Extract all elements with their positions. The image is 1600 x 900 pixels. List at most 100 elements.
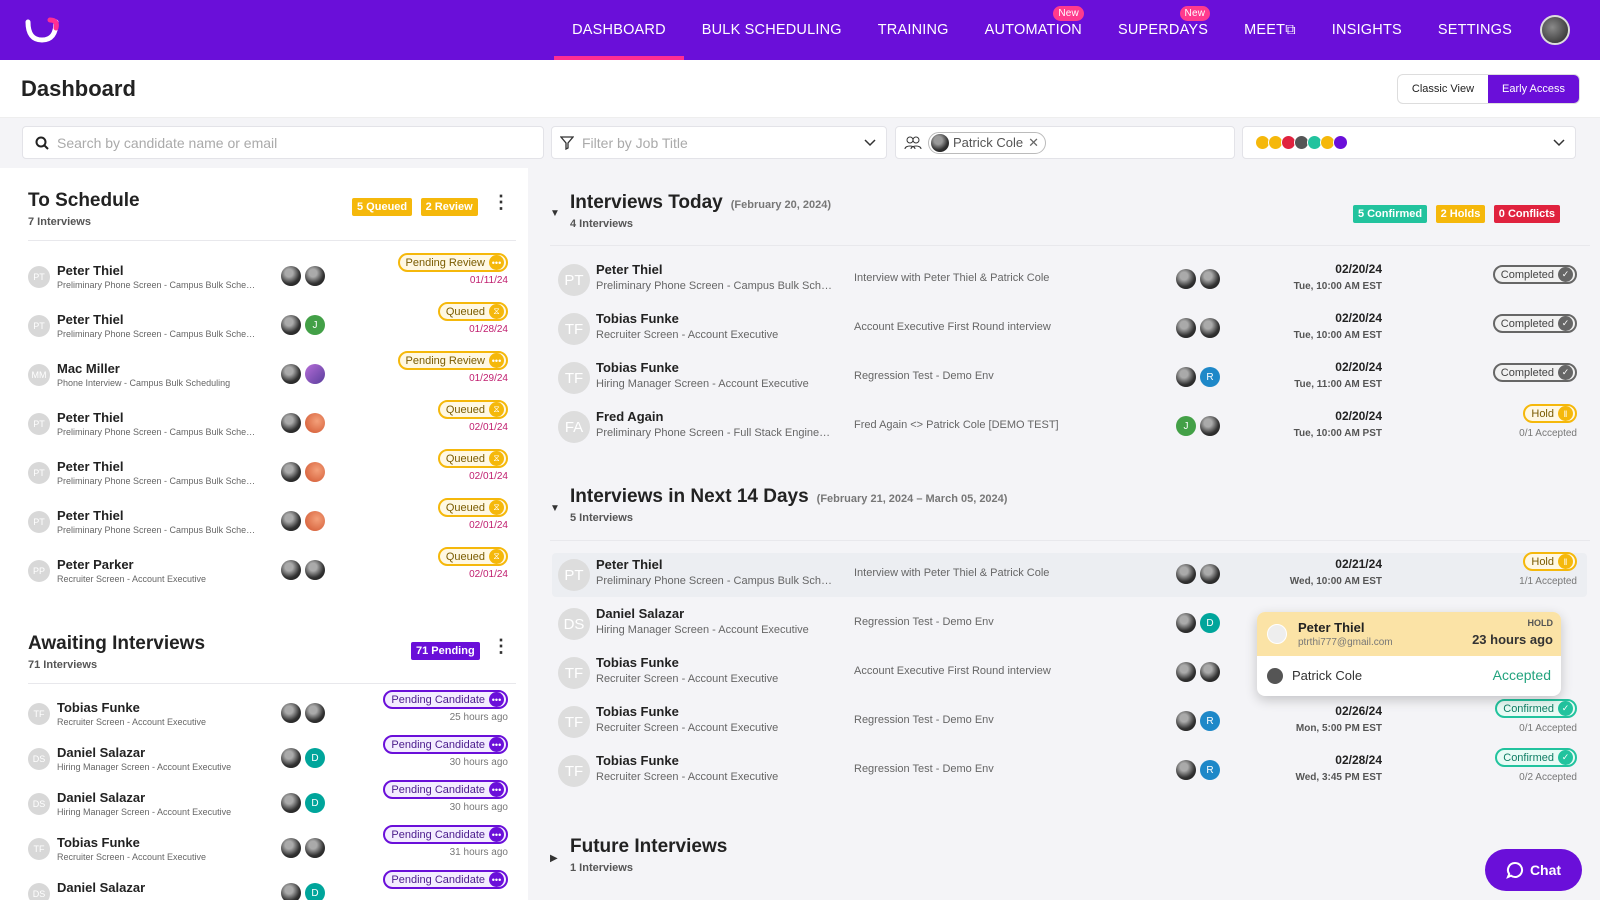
pending-tag[interactable]: 71 Pending <box>411 642 480 660</box>
status-badge[interactable]: Pending Review ••• <box>397 351 508 370</box>
collapse-caret-icon[interactable]: ▼ <box>550 503 560 514</box>
nav-item-meet[interactable]: MEET ⧉ <box>1226 0 1314 60</box>
status-label: Queued <box>445 501 485 514</box>
list-item[interactable]: PT Peter Thiel Preliminary Phone Screen - … <box>28 302 508 353</box>
confirmed-tag[interactable]: 5 Confirmed <box>1352 205 1428 223</box>
status-badge[interactable]: Pending Candidate ••• <box>383 780 508 799</box>
new-badge: New <box>1053 6 1084 21</box>
user-chip[interactable]: Patrick Cole ✕ <box>928 131 1046 154</box>
app-logo-icon[interactable] <box>24 14 60 44</box>
interview-row[interactable]: FA Fred Again Preliminary Phone Screen - F… <box>552 404 1587 449</box>
time-ago: 31 hours ago <box>449 847 508 858</box>
interview-row[interactable]: PT Peter Thiel Preliminary Phone Screen - … <box>552 552 1587 597</box>
status-label: Hold <box>1531 555 1554 568</box>
search-input[interactable]: Search by candidate name or email <box>22 126 544 159</box>
status-badge[interactable]: Completed ✓ <box>1492 265 1577 284</box>
nav-item-dashboard[interactable]: DASHBOARD <box>554 0 684 60</box>
nav-item-automation[interactable]: AUTOMATION New <box>967 0 1100 60</box>
acceptance-count: 0/1 Accepted <box>1519 428 1577 439</box>
interview-title: Interview with Peter Thiel & Patrick Col… <box>854 272 1050 284</box>
status-badge[interactable]: Queued ⧖ <box>437 547 508 566</box>
candidate-initials: DS <box>28 748 50 770</box>
avatar <box>1176 367 1196 387</box>
to-schedule-tags: 5 Queued 2 Review <box>348 197 478 216</box>
interview-time: Wed, 3:45 PM EST <box>1295 772 1382 783</box>
interview-date: 02/20/24 <box>1335 360 1382 374</box>
nav-item-label: TRAINING <box>877 22 949 38</box>
holds-tag[interactable]: 2 Holds <box>1435 205 1486 223</box>
status-badge[interactable]: Hold ‖ <box>1523 552 1577 571</box>
avatar <box>281 413 301 433</box>
candidate-initials: FA <box>558 411 590 443</box>
interviewer-avatars <box>281 703 325 723</box>
nav-item-superdays[interactable]: SUPERDAYS New <box>1100 0 1226 60</box>
status-badge[interactable]: Completed ✓ <box>1492 314 1577 333</box>
next14-header: Interviews in Next 14 Days (February 21, … <box>570 486 1007 524</box>
chat-button[interactable]: Chat <box>1485 849 1582 891</box>
avatar: D <box>1200 613 1220 633</box>
avatar[interactable] <box>1540 15 1570 45</box>
filter-bar: Search by candidate name or email Filter… <box>0 118 1600 168</box>
status-filter[interactable] <box>1242 126 1576 159</box>
awaiting-title: Awaiting Interviews <box>28 633 206 654</box>
interview-title: Regression Test - Demo Env <box>854 763 994 775</box>
nav-item-insights[interactable]: INSIGHTS <box>1314 0 1420 60</box>
list-item[interactable]: PT Peter Thiel Preliminary Phone Screen - … <box>28 400 508 451</box>
candidate-initials: PT <box>558 264 590 296</box>
early-access-button[interactable]: Early Access <box>1488 75 1579 103</box>
queued-icon: ⧖ <box>489 304 504 319</box>
interview-row[interactable]: PT Peter Thiel Preliminary Phone Screen - … <box>552 258 1587 302</box>
queued-tag[interactable]: 5 Queued <box>352 198 413 216</box>
interviewer-avatars <box>1176 318 1220 338</box>
list-item[interactable]: DS Daniel Salazar D Pending Candidate ••• <box>28 870 508 900</box>
review-tag[interactable]: 2 Review <box>420 198 478 216</box>
conflicts-tag[interactable]: 0 Conflicts <box>1493 205 1560 223</box>
list-item[interactable]: PT Peter Thiel Preliminary Phone Screen - … <box>28 498 508 549</box>
list-item[interactable]: MM Mac Miller Phone Interview - Campus Bul… <box>28 351 508 402</box>
list-item[interactable]: PT Peter Thiel Preliminary Phone Screen - … <box>28 253 508 304</box>
expand-caret-icon[interactable]: ▶ <box>550 853 558 864</box>
status-badge[interactable]: Hold ‖ <box>1523 404 1577 423</box>
external-link-icon: ⧉ <box>1285 22 1296 38</box>
awaiting-tags: 71 Pending <box>407 641 480 660</box>
interviewer-avatars: J <box>1176 416 1220 436</box>
status-badge[interactable]: Queued ⧖ <box>437 498 508 517</box>
pending-candidate-icon: ••• <box>489 872 504 887</box>
status-badge[interactable]: Confirmed ✓ <box>1495 748 1577 767</box>
interviewer-avatars <box>281 838 325 858</box>
list-item[interactable]: PP Peter Parker Recruiter Screen - Account… <box>28 547 508 598</box>
status-label: Queued <box>445 403 485 416</box>
interview-row[interactable]: TF Tobias Funke Hiring Manager Screen - Ac… <box>552 356 1587 400</box>
popup-time: 23 hours ago <box>1472 632 1553 647</box>
chat-bubble-icon <box>1506 861 1523 879</box>
collapse-caret-icon[interactable]: ▼ <box>550 208 560 219</box>
status-badge[interactable]: Queued ⧖ <box>437 302 508 321</box>
status-badge[interactable]: Queued ⧖ <box>437 449 508 468</box>
avatar <box>1176 269 1196 289</box>
status-badge[interactable]: Pending Candidate ••• <box>383 690 508 709</box>
nav-item-training[interactable]: TRAINING <box>860 0 967 60</box>
user-filter[interactable]: Patrick Cole ✕ <box>895 126 1235 159</box>
status-label: Queued <box>445 452 485 465</box>
nav-item-bulk-scheduling[interactable]: BULK SCHEDULING <box>684 0 860 60</box>
interview-row[interactable]: TF Tobias Funke Recruiter Screen - Account… <box>552 699 1587 744</box>
status-badge[interactable]: Queued ⧖ <box>437 400 508 419</box>
list-item[interactable]: PT Peter Thiel Preliminary Phone Screen - … <box>28 449 508 500</box>
queued-icon: ⧖ <box>489 402 504 417</box>
status-badge[interactable]: Pending Candidate ••• <box>383 735 508 754</box>
interview-row[interactable]: TF Tobias Funke Recruiter Screen - Account… <box>552 307 1587 351</box>
status-badge[interactable]: Confirmed ✓ <box>1495 699 1577 718</box>
status-badge[interactable]: Completed ✓ <box>1492 363 1577 382</box>
more-options-icon[interactable]: ⋮ <box>492 192 510 213</box>
close-icon[interactable]: ✕ <box>1028 135 1039 151</box>
queued-icon: ⧖ <box>489 549 504 564</box>
status-badge[interactable]: Pending Candidate ••• <box>383 825 508 844</box>
status-badge[interactable]: Pending Candidate ••• <box>383 870 508 889</box>
job-title-filter[interactable]: Filter by Job Title <box>551 126 887 159</box>
interview-row[interactable]: TF Tobias Funke Recruiter Screen - Account… <box>552 748 1587 793</box>
status-badge[interactable]: Pending Review ••• <box>397 253 508 272</box>
more-options-icon[interactable]: ⋮ <box>492 636 510 657</box>
classic-view-button[interactable]: Classic View <box>1398 75 1488 103</box>
nav-item-settings[interactable]: SETTINGS <box>1420 0 1530 60</box>
status-label: Confirmed <box>1503 751 1554 764</box>
